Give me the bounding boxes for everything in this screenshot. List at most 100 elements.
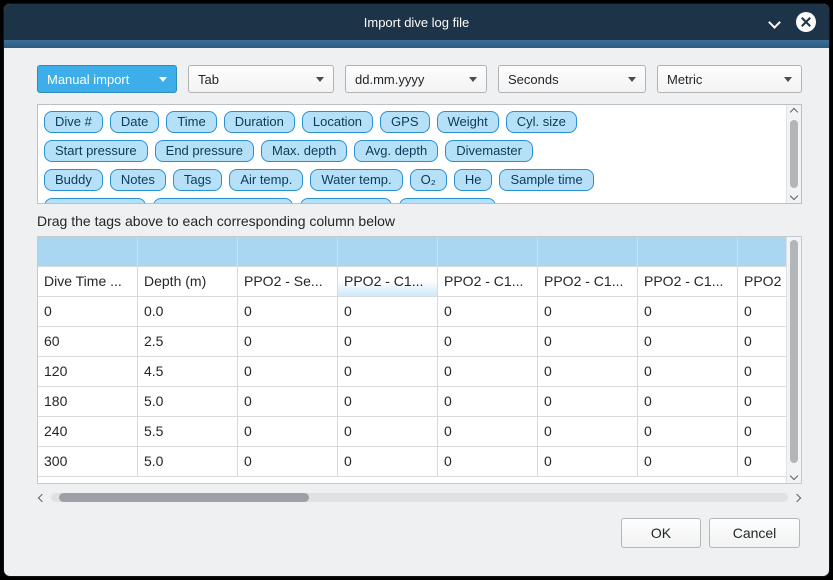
column-header[interactable]: PPO2 - Se...: [238, 267, 338, 297]
table-cell: 0: [738, 327, 787, 357]
table-cell: 0: [338, 387, 438, 417]
dialog-button-row: OK Cancel: [4, 518, 800, 548]
import-options-row: Manual import Tab dd.mm.yyyy Seconds Met…: [37, 65, 829, 93]
column-header[interactable]: Depth (m): [138, 267, 238, 297]
drag-tag[interactable]: Max. depth: [261, 140, 347, 162]
drop-target-cell[interactable]: [338, 237, 438, 267]
import-type-select[interactable]: Manual import: [37, 65, 177, 93]
table-row: 1805.0000000: [38, 387, 787, 417]
table-cell: 0: [338, 297, 438, 327]
table-cell: 0: [638, 387, 738, 417]
table-cell: 0: [338, 357, 438, 387]
drag-tag[interactable]: Sample CNS: [399, 198, 496, 204]
drag-tag[interactable]: Duration: [224, 111, 295, 133]
date-format-select[interactable]: dd.mm.yyyy: [345, 65, 487, 93]
hscrollbar-thumb[interactable]: [59, 493, 309, 502]
tag-list-rows: Dive # Date Time Duration Location GPS Weight C…: [38, 105, 801, 204]
tag-row: Dive # Date Time Duration Location GPS Weight C…: [44, 111, 781, 133]
chevron-down-icon: [159, 77, 167, 82]
table-cell: 0: [438, 357, 538, 387]
window-title: Import dive log file: [364, 15, 470, 30]
drag-tag[interactable]: Sample pO₂: [300, 198, 392, 204]
column-header[interactable]: PPO2 - C1...: [338, 267, 438, 297]
drag-tag[interactable]: Start pressure: [44, 140, 148, 162]
drag-tag[interactable]: Notes: [110, 169, 166, 191]
scroll-down-arrow[interactable]: [787, 473, 801, 479]
tags-scrollbar[interactable]: [786, 105, 801, 203]
column-header[interactable]: PPO2: [738, 267, 787, 297]
table-cell: 0: [538, 387, 638, 417]
table-cell: 0: [738, 417, 787, 447]
table-cell: 0: [638, 417, 738, 447]
drag-tag[interactable]: Sample temperature: [153, 198, 293, 204]
drop-target-cell[interactable]: [238, 237, 338, 267]
drag-tag[interactable]: Tags: [173, 169, 222, 191]
drop-target-cell[interactable]: [538, 237, 638, 267]
tags-scrollbar-thumb[interactable]: [790, 120, 798, 188]
table-cell: 0: [638, 327, 738, 357]
table-hscrollbar[interactable]: [37, 490, 802, 505]
cancel-button[interactable]: Cancel: [709, 518, 800, 548]
drag-tag[interactable]: He: [454, 169, 493, 191]
drag-tag[interactable]: Air temp.: [229, 169, 303, 191]
drag-tag[interactable]: Date: [110, 111, 159, 133]
table-cell: 0: [238, 387, 338, 417]
drag-tag[interactable]: O₂: [410, 169, 447, 191]
scroll-left-arrow[interactable]: [39, 490, 45, 505]
separator-select[interactable]: Tab: [188, 65, 334, 93]
column-header[interactable]: Dive Time ...: [38, 267, 138, 297]
close-button[interactable]: [793, 4, 819, 40]
column-header[interactable]: PPO2 - C1...: [438, 267, 538, 297]
drag-tag[interactable]: Sample depth: [44, 198, 146, 204]
shade-button[interactable]: [761, 4, 787, 40]
drop-target-cell[interactable]: [638, 237, 738, 267]
drag-tag[interactable]: Sample time: [499, 169, 593, 191]
scroll-down-arrow[interactable]: [787, 193, 801, 199]
drag-tag[interactable]: Divemaster: [445, 140, 533, 162]
drop-target-cell[interactable]: [738, 237, 787, 267]
drop-target-cell[interactable]: [138, 237, 238, 267]
table-cell: 180: [38, 387, 138, 417]
drag-tag[interactable]: End pressure: [155, 140, 254, 162]
table-cell: 60: [38, 327, 138, 357]
column-header[interactable]: PPO2 - C1...: [638, 267, 738, 297]
close-icon: [796, 12, 816, 32]
ok-button[interactable]: OK: [621, 518, 701, 548]
drag-tag[interactable]: Water temp.: [310, 169, 402, 191]
drag-tag[interactable]: Buddy: [44, 169, 103, 191]
drop-target-row: [38, 237, 787, 267]
table-cell: 0: [538, 327, 638, 357]
drag-tag[interactable]: GPS: [380, 111, 429, 133]
instruction-text: Drag the tags above to each correspondin…: [37, 213, 829, 231]
table-cell: 240: [38, 417, 138, 447]
drop-target-cell[interactable]: [438, 237, 538, 267]
table-cell: 300: [38, 447, 138, 477]
units-select[interactable]: Metric: [657, 65, 802, 93]
scroll-right-arrow[interactable]: [794, 490, 800, 505]
drag-tag[interactable]: Location: [302, 111, 373, 133]
drag-tag[interactable]: Avg. depth: [354, 140, 438, 162]
table-scrollbar[interactable]: [786, 237, 801, 483]
time-format-select[interactable]: Seconds: [498, 65, 646, 93]
date-format-value: dd.mm.yyyy: [355, 72, 424, 87]
drag-tag[interactable]: Cyl. size: [506, 111, 577, 133]
table-cell: 0: [738, 297, 787, 327]
table-cell: 5.0: [138, 447, 238, 477]
table-cell: 0: [338, 447, 438, 477]
tag-row: Sample depth Sample temperature Sample pO₂…: [44, 198, 781, 204]
table-cell: 0: [738, 387, 787, 417]
import-type-value: Manual import: [47, 72, 129, 87]
drop-target-cell[interactable]: [38, 237, 138, 267]
table-scrollbar-thumb[interactable]: [790, 240, 798, 463]
table-cell: 0: [438, 387, 538, 417]
time-format-value: Seconds: [508, 72, 559, 87]
chevron-left-icon: [38, 493, 46, 501]
drag-tag[interactable]: Dive #: [44, 111, 103, 133]
table-cell: 0: [238, 297, 338, 327]
drag-tag[interactable]: Time: [166, 111, 216, 133]
column-header[interactable]: PPO2 - C1...: [538, 267, 638, 297]
table-cell: 0: [738, 357, 787, 387]
drag-tag[interactable]: Weight: [437, 111, 499, 133]
chevron-down-icon: [628, 77, 636, 82]
scroll-up-arrow[interactable]: [787, 109, 801, 115]
